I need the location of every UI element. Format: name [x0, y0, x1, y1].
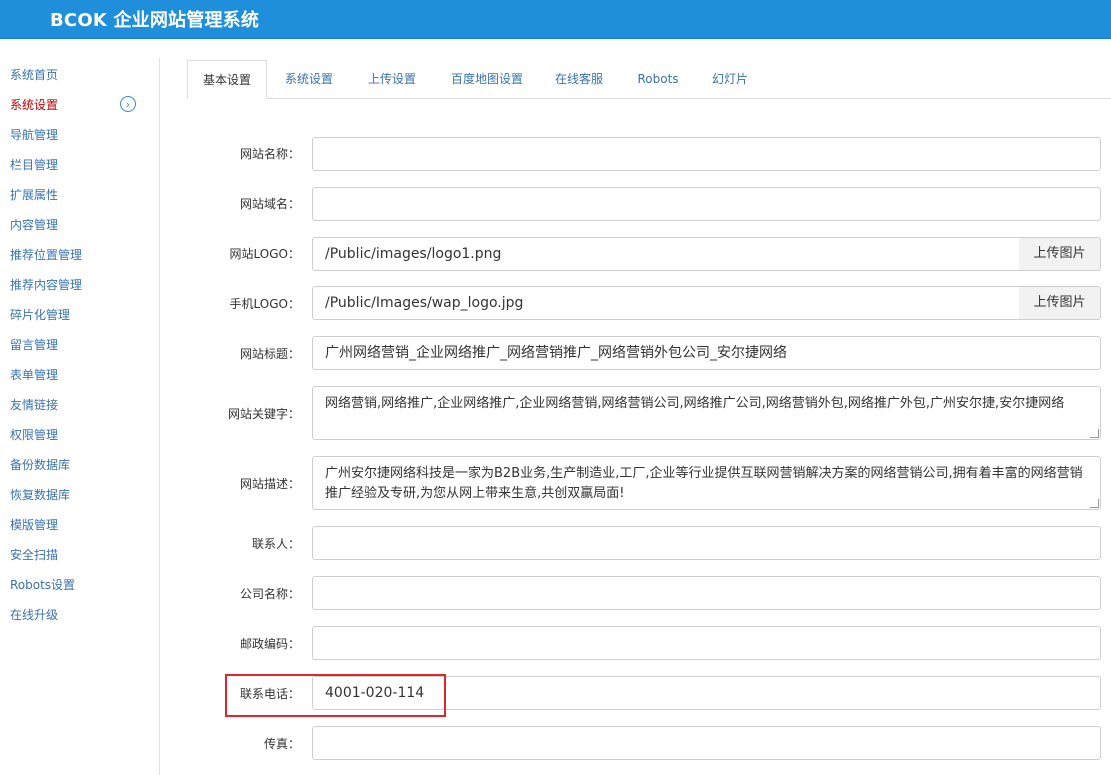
sidebar-item[interactable]: 表单管理: [10, 367, 58, 383]
tab-baidu-map-settings[interactable]: 百度地图设置: [445, 60, 529, 98]
sidebar-item[interactable]: 推荐内容管理: [10, 277, 82, 293]
site-description-label: 网站描述：: [239, 477, 300, 491]
site-description-textarea[interactable]: 广州安尔捷网络科技是一家为B2B业务,生产制造业,工厂,企业等行业提供互联网营销…: [312, 456, 1101, 510]
fax-input[interactable]: [312, 726, 1101, 760]
fax-label: 传真：: [263, 737, 300, 751]
contact-person-input[interactable]: [312, 526, 1101, 560]
site-logo-upload-button[interactable]: 上传图片: [1019, 237, 1101, 271]
sidebar-item[interactable]: 内容管理: [10, 217, 58, 233]
top-header: BCOK 企业网站管理系统: [0, 0, 1111, 39]
site-title-label: 网站标题：: [239, 347, 300, 361]
site-title-input[interactable]: 广州网络营销_企业网络推广_网络营销推广_网络营销外包公司_安尔捷网络: [312, 336, 1101, 370]
postal-code-input[interactable]: [312, 626, 1101, 660]
tab-online-service[interactable]: 在线客服: [549, 60, 609, 98]
sidebar-item[interactable]: 系统首页: [10, 67, 58, 83]
chevron-right-icon[interactable]: ›: [120, 96, 136, 112]
site-keywords-textarea[interactable]: 网络营销,网络推广,企业网络推广,企业网络营销,网络营销公司,网络推广公司,网络…: [312, 386, 1101, 440]
sidebar-item[interactable]: 模版管理: [10, 517, 58, 533]
company-name-input[interactable]: [312, 576, 1101, 610]
app-title: BCOK 企业网站管理系统: [50, 10, 260, 31]
sidebar-item[interactable]: 备份数据库: [10, 457, 70, 473]
mobile-logo-upload-button[interactable]: 上传图片: [1019, 286, 1101, 320]
resize-handle-icon[interactable]: [1090, 429, 1099, 438]
site-name-input[interactable]: [312, 137, 1101, 171]
site-domain-label: 网站域名：: [239, 197, 300, 211]
site-logo-label: 网站LOGO：: [229, 247, 300, 261]
mobile-logo-label: 手机LOGO：: [229, 297, 300, 311]
sidebar-item[interactable]: 系统设置: [10, 97, 58, 113]
site-name-label: 网站名称：: [239, 147, 300, 161]
sidebar-item[interactable]: 导航管理: [10, 127, 58, 143]
site-domain-input[interactable]: [312, 187, 1101, 221]
contact-person-label: 联系人：: [251, 537, 300, 551]
highlight-box: [225, 674, 446, 717]
postal-code-label: 邮政编码：: [239, 637, 300, 651]
site-logo-input[interactable]: /Public/images/logo1.png: [312, 237, 1020, 271]
company-name-label: 公司名称：: [239, 587, 300, 601]
tab-upload-settings[interactable]: 上传设置: [360, 60, 424, 98]
sidebar-item[interactable]: 在线升级: [10, 607, 58, 623]
mobile-logo-input[interactable]: /Public/Images/wap_logo.jpg: [312, 286, 1020, 320]
tab-slideshow[interactable]: 幻灯片: [705, 60, 755, 98]
site-keywords-label: 网站关键字：: [227, 407, 300, 421]
tab-basic-settings[interactable]: 基本设置: [187, 60, 267, 99]
tab-system-settings[interactable]: 系统设置: [277, 60, 341, 98]
resize-handle-icon[interactable]: [1090, 499, 1099, 508]
sidebar-item[interactable]: 权限管理: [10, 427, 58, 443]
tab-robots[interactable]: Robots: [630, 60, 686, 98]
tab-bar: 基本设置 系统设置 上传设置 百度地图设置 在线客服 Robots 幻灯片: [187, 60, 1111, 99]
